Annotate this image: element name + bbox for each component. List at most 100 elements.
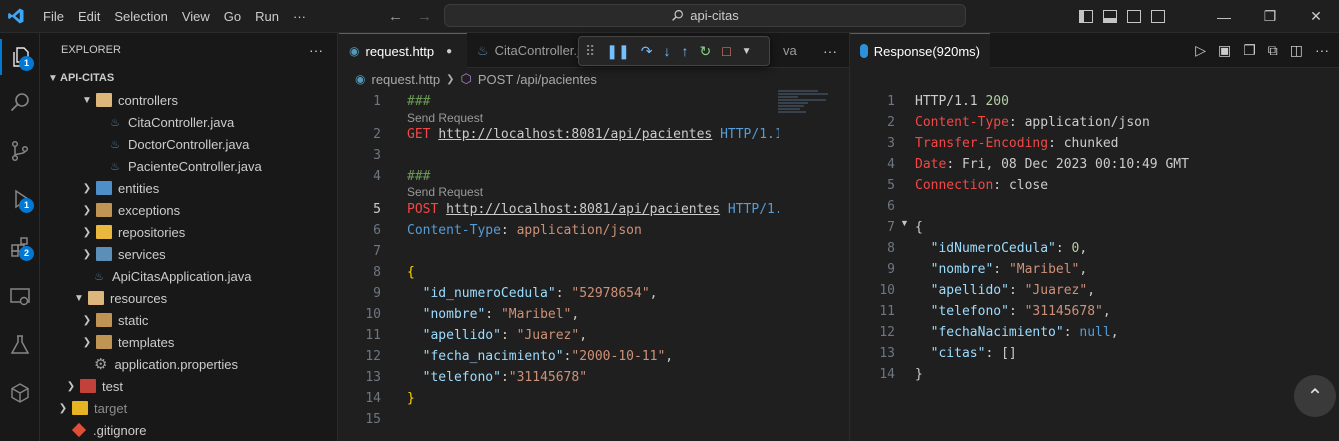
tab-response[interactable]: Response(920ms) bbox=[850, 33, 990, 68]
tree-item-apicitasapplication[interactable]: ♨ ApiCitasApplication.java bbox=[40, 265, 337, 287]
unsaved-dot-icon[interactable]: ● bbox=[446, 46, 452, 57]
menu-edit[interactable]: Edit bbox=[71, 9, 107, 24]
editor-more-actions[interactable]: ··· bbox=[813, 33, 849, 68]
tree-item-static[interactable]: ❯ static bbox=[40, 309, 337, 331]
tree-item-repositories[interactable]: ❯ repositories bbox=[40, 221, 337, 243]
minimize-button[interactable]: — bbox=[1201, 9, 1247, 25]
step-into-icon[interactable]: ↓ bbox=[663, 43, 670, 59]
toggle-primary-sidebar-icon[interactable] bbox=[1079, 10, 1093, 23]
menu-more[interactable]: ··· bbox=[286, 9, 313, 24]
testing-activity[interactable] bbox=[0, 327, 40, 363]
tree-item-citacontroller[interactable]: ♨ CitaController.java bbox=[40, 111, 337, 133]
response-line: "apellido": "Juarez", bbox=[930, 283, 1096, 298]
tab-citacontroller[interactable]: ♨ CitaController.java bbox=[467, 33, 579, 68]
chevron-right-icon: ❯ bbox=[82, 226, 92, 238]
tree-item-controllers[interactable]: ▼ controllers bbox=[40, 89, 337, 111]
line-number: 10 bbox=[365, 307, 381, 322]
tree-item-gitignore[interactable]: .gitignore bbox=[40, 419, 337, 441]
step-over-icon[interactable]: ↷ bbox=[641, 43, 653, 60]
response-line: "telefono": "31145678", bbox=[930, 304, 1111, 319]
menu-go[interactable]: Go bbox=[217, 9, 248, 24]
source-control-icon bbox=[11, 140, 29, 162]
response-line: Transfer-Encoding: chunked bbox=[915, 136, 1119, 151]
response-line: { bbox=[915, 220, 923, 235]
response-line: HTTP/1.1 200 bbox=[915, 94, 1009, 109]
tab-overflow[interactable]: va bbox=[773, 33, 813, 68]
run-debug-activity[interactable]: 1 bbox=[0, 181, 40, 217]
extensions-activity[interactable]: 2 bbox=[0, 229, 40, 265]
split-editor-icon[interactable]: ◫ bbox=[1290, 42, 1303, 59]
explorer-more-button[interactable]: ··· bbox=[309, 42, 323, 58]
code-line: "fecha_nacimiento":"2000-10-11", bbox=[422, 349, 674, 364]
run-icon[interactable]: ▷ bbox=[1195, 42, 1206, 59]
command-center-search[interactable]: api-citas bbox=[444, 4, 966, 27]
tree-item-entities[interactable]: ❯ entities bbox=[40, 177, 337, 199]
copy-icon[interactable]: ⧉ bbox=[1268, 42, 1278, 59]
back-arrow-icon[interactable]: ← bbox=[388, 8, 403, 25]
line-number: 4 bbox=[373, 169, 381, 184]
explorer-badge: 1 bbox=[19, 56, 34, 71]
breadcrumb-symbol[interactable]: POST /api/pacientes bbox=[478, 72, 597, 87]
search-activity[interactable] bbox=[0, 85, 40, 121]
search-icon bbox=[672, 10, 684, 21]
tree-item-application-properties[interactable]: ⚙ application.properties bbox=[40, 353, 337, 375]
stop-icon[interactable]: □ bbox=[722, 43, 730, 59]
tree-item-pacientecontroller[interactable]: ♨ PacienteController.java bbox=[40, 155, 337, 177]
tree-item-label: test bbox=[102, 378, 123, 394]
code-editor[interactable]: ### Send Request GET http://localhost:80… bbox=[407, 90, 779, 441]
restore-button[interactable]: ❐ bbox=[1247, 8, 1293, 25]
chevron-right-icon: ❯ bbox=[82, 314, 92, 326]
minimap[interactable] bbox=[778, 90, 838, 140]
workspace-section-header[interactable]: ▼ API-CITAS bbox=[40, 67, 337, 89]
editor-group-request: ◉ request.http ● ♨ CitaController.java v… bbox=[339, 33, 849, 441]
chevron-down-icon[interactable]: ▼ bbox=[742, 46, 752, 57]
tree-item-label: ApiCitasApplication.java bbox=[112, 268, 252, 284]
http-file-icon: ◉ bbox=[355, 72, 366, 86]
symbol-icon: ⬡ bbox=[460, 71, 472, 86]
fold-chevron-icon[interactable]: ▼ bbox=[900, 218, 909, 228]
code-line: } bbox=[407, 391, 415, 406]
restart-icon[interactable]: ↻ bbox=[699, 43, 711, 60]
save-body-icon[interactable]: ❐ bbox=[1243, 42, 1256, 59]
tree-item-doctorcontroller[interactable]: ♨ DoctorController.java bbox=[40, 133, 337, 155]
drag-handle-icon[interactable]: ⠿ bbox=[585, 43, 595, 60]
pause-icon[interactable]: ❚❚ bbox=[606, 43, 629, 60]
source-control-activity[interactable] bbox=[0, 133, 40, 169]
menu-file[interactable]: File bbox=[36, 9, 71, 24]
menu-selection[interactable]: Selection bbox=[107, 9, 174, 24]
line-number: 3 bbox=[887, 136, 895, 151]
explorer-activity[interactable]: 1 bbox=[0, 39, 40, 75]
line-number: 5 bbox=[373, 202, 381, 217]
forward-arrow-icon[interactable]: → bbox=[417, 8, 432, 25]
tree-item-test[interactable]: ❯ test bbox=[40, 375, 337, 397]
tree-item-services[interactable]: ❯ services bbox=[40, 243, 337, 265]
tab-label: request.http bbox=[365, 43, 435, 59]
menu-view[interactable]: View bbox=[175, 9, 217, 24]
code-line: "telefono":"31145678" bbox=[422, 370, 588, 385]
line-number: 3 bbox=[373, 148, 381, 163]
tree-item-target[interactable]: ❯ target bbox=[40, 397, 337, 419]
toggle-secondary-sidebar-icon[interactable] bbox=[1127, 10, 1141, 23]
extension-panel-activity[interactable] bbox=[0, 375, 40, 411]
remote-explorer-activity[interactable] bbox=[0, 279, 40, 315]
step-out-icon[interactable]: ↑ bbox=[681, 43, 688, 59]
save-response-icon[interactable]: ▣ bbox=[1218, 42, 1231, 59]
line-number: 13 bbox=[879, 346, 895, 361]
tree-item-templates[interactable]: ❯ templates bbox=[40, 331, 337, 353]
chevron-right-icon: ❯ bbox=[446, 73, 455, 85]
scroll-to-top-button[interactable]: ⌃ bbox=[1294, 375, 1336, 417]
tree-item-resources[interactable]: ▼ resources bbox=[40, 287, 337, 309]
code-line: Content-Type: application/json bbox=[407, 223, 642, 238]
java-file-icon: ♨ bbox=[94, 270, 104, 283]
response-viewer[interactable]: HTTP/1.1 200 Content-Type: application/j… bbox=[915, 90, 1335, 420]
tree-item-label: static bbox=[118, 312, 149, 328]
tree-item-exceptions[interactable]: ❯ exceptions bbox=[40, 199, 337, 221]
breadcrumb-file[interactable]: request.http bbox=[371, 72, 440, 87]
close-window-button[interactable]: ✕ bbox=[1293, 8, 1339, 25]
more-actions-icon[interactable]: ··· bbox=[1315, 42, 1329, 59]
tab-request-http[interactable]: ◉ request.http ● bbox=[339, 33, 467, 68]
menu-run[interactable]: Run bbox=[248, 9, 286, 24]
tree-item-label: services bbox=[118, 246, 166, 262]
customize-layout-icon[interactable] bbox=[1151, 10, 1165, 23]
toggle-panel-icon[interactable] bbox=[1103, 10, 1117, 23]
